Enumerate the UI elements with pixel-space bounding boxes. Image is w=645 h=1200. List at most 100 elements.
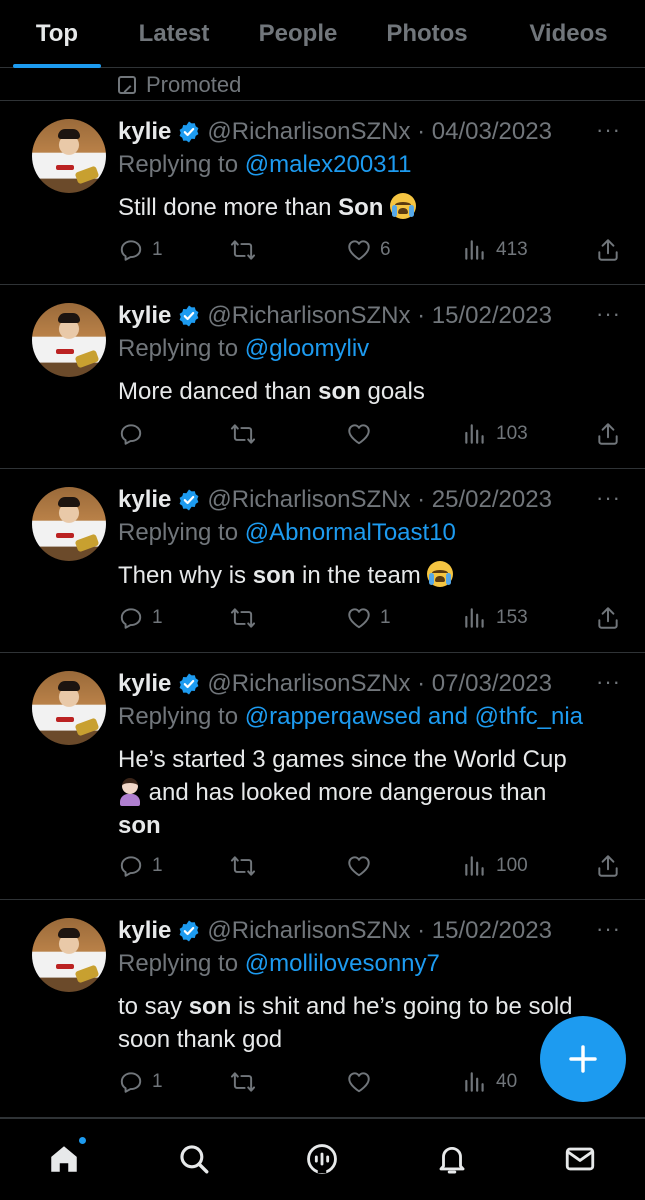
display-name[interactable]: kylie: [118, 670, 171, 698]
text-part: in the team: [295, 562, 428, 589]
avatar[interactable]: [32, 918, 106, 992]
more-options-icon[interactable]: ···: [596, 301, 621, 327]
reply-button[interactable]: 1: [118, 1067, 163, 1097]
mention-link[interactable]: @malex200311: [245, 151, 412, 178]
views-button[interactable]: 153: [462, 603, 528, 633]
handle-and-date: @RicharlisonSZNx · 15/02/2023: [207, 917, 552, 944]
tab-videos[interactable]: Videos: [492, 0, 645, 68]
like-button[interactable]: [346, 419, 372, 449]
tweet[interactable]: kylie @RicharlisonSZNx · 07/03/2023 ··· …: [0, 653, 645, 900]
tab-photos[interactable]: Photos: [362, 0, 492, 68]
views-button[interactable]: 413: [462, 235, 528, 265]
avatar[interactable]: [32, 119, 106, 193]
views-icon: [462, 605, 488, 631]
nav-spaces[interactable]: [304, 1141, 340, 1177]
handle-and-date: @RicharlisonSZNx · 07/03/2023: [207, 670, 552, 697]
retweet-button[interactable]: [230, 851, 256, 881]
promoted-text: Promoted: [146, 72, 242, 97]
nav-messages[interactable]: [562, 1141, 598, 1177]
display-name[interactable]: kylie: [118, 118, 171, 146]
verified-badge-icon: [177, 120, 201, 144]
view-count: 413: [496, 239, 528, 260]
search-tabs: Top Latest People Photos Videos: [0, 0, 645, 68]
tweet-text: He’s started 3 games since the World Cup…: [118, 743, 608, 842]
mention-link[interactable]: @rapperqawsed: [245, 703, 421, 730]
share-button[interactable]: [595, 419, 621, 449]
more-options-icon[interactable]: ···: [596, 916, 621, 942]
replying-prefix: Replying to: [118, 151, 245, 178]
retweet-icon: [230, 421, 256, 447]
like-button[interactable]: [346, 851, 372, 881]
share-icon: [595, 605, 621, 631]
views-icon: [462, 421, 488, 447]
tweet-actions: 1 6 413: [118, 235, 621, 265]
more-options-icon[interactable]: ···: [596, 117, 621, 143]
tweet-actions: 1 1 153: [118, 603, 621, 633]
tweet-text: to say son is shit and he’s going to be …: [118, 990, 588, 1056]
like-icon: [346, 853, 372, 879]
reply-button[interactable]: 1: [118, 603, 163, 633]
views-button[interactable]: 103: [462, 419, 528, 449]
retweet-icon: [230, 237, 256, 263]
nav-notifications[interactable]: [434, 1141, 470, 1177]
display-name[interactable]: kylie: [118, 302, 171, 330]
tab-top[interactable]: Top: [0, 0, 114, 68]
reply-button[interactable]: [118, 419, 144, 449]
mention-link[interactable]: @AbnormalToast10: [245, 519, 456, 546]
like-button[interactable]: 6: [346, 235, 391, 265]
share-button[interactable]: [595, 235, 621, 265]
text-part: More danced than: [118, 378, 319, 405]
replying-to: Replying to @malex200311: [118, 151, 411, 179]
views-button[interactable]: 100: [462, 851, 528, 881]
tab-label: Videos: [529, 20, 608, 47]
text-part: goals: [360, 378, 425, 405]
view-count: 100: [496, 855, 528, 876]
reply-count: 1: [152, 239, 163, 260]
reply-button[interactable]: 1: [118, 235, 163, 265]
mention-link[interactable]: @thfc_nia: [475, 703, 583, 730]
avatar[interactable]: [32, 303, 106, 377]
tab-latest[interactable]: Latest: [114, 0, 234, 68]
mention-link[interactable]: @gloomyliv: [245, 335, 369, 362]
tweet[interactable]: kylie @RicharlisonSZNx · 15/02/2023 ··· …: [0, 285, 645, 469]
share-button[interactable]: [595, 603, 621, 633]
tab-label: People: [258, 20, 338, 47]
display-name[interactable]: kylie: [118, 917, 171, 945]
mention-link[interactable]: @mollilovesonny7: [245, 950, 440, 977]
compose-button[interactable]: [540, 1016, 626, 1102]
handle-and-date: @RicharlisonSZNx · 25/02/2023: [207, 486, 552, 513]
retweet-button[interactable]: [230, 235, 256, 265]
like-count: 6: [380, 239, 391, 260]
tweet[interactable]: kylie @RicharlisonSZNx · 04/03/2023 ··· …: [0, 101, 645, 285]
reply-button[interactable]: 1: [118, 851, 163, 881]
more-options-icon[interactable]: ···: [596, 669, 621, 695]
bottom-navigation: [0, 1118, 645, 1200]
display-name[interactable]: kylie: [118, 486, 171, 514]
tweet[interactable]: kylie @RicharlisonSZNx · 25/02/2023 ··· …: [0, 469, 645, 653]
retweet-button[interactable]: [230, 1067, 256, 1097]
retweet-button[interactable]: [230, 419, 256, 449]
like-button[interactable]: 1: [346, 603, 391, 633]
reply-icon: [118, 237, 144, 263]
tweet-actions: 1 100: [118, 851, 621, 881]
retweet-button[interactable]: [230, 603, 256, 633]
nav-search[interactable]: [176, 1141, 212, 1177]
more-options-icon[interactable]: ···: [596, 485, 621, 511]
avatar[interactable]: [32, 487, 106, 561]
verified-badge-icon: [177, 304, 201, 328]
replying-prefix: Replying to: [118, 703, 245, 730]
active-tab-indicator: [13, 64, 101, 68]
like-count: 1: [380, 607, 391, 628]
avatar[interactable]: [32, 671, 106, 745]
spaces-icon: [307, 1144, 337, 1174]
nav-home[interactable]: [46, 1135, 88, 1177]
tab-people[interactable]: People: [234, 0, 362, 68]
like-button[interactable]: [346, 1067, 372, 1097]
view-count: 153: [496, 607, 528, 628]
replying-to: Replying to @AbnormalToast10: [118, 519, 456, 547]
views-button[interactable]: 40: [462, 1067, 517, 1097]
share-button[interactable]: [595, 851, 621, 881]
tab-label: Photos: [386, 20, 468, 47]
search-icon: [180, 1145, 209, 1174]
share-icon: [595, 421, 621, 447]
